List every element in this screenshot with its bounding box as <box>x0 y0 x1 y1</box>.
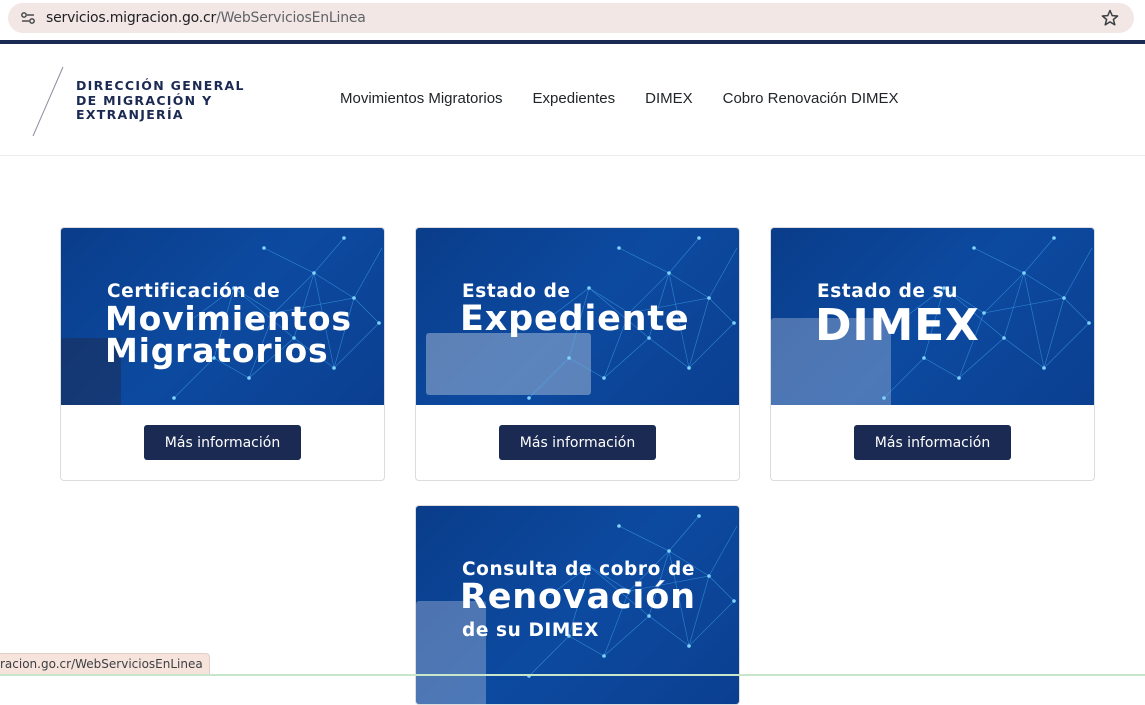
nav-expedientes[interactable]: Expedientes <box>533 90 616 107</box>
logo-line: EXTRANJERÍA <box>76 107 184 122</box>
mas-informacion-button[interactable]: Más información <box>498 425 657 460</box>
nav-movimientos-migratorios[interactable]: Movimientos Migratorios <box>340 90 503 107</box>
site-settings-icon[interactable] <box>20 10 36 26</box>
logo-slash-icon <box>32 66 64 137</box>
card-title-small: Estado de su <box>817 281 958 302</box>
service-card-dimex: Estado de su DIMEX Más información <box>770 227 1095 481</box>
url-text[interactable]: servicios.migracion.go.cr/WebServiciosEn… <box>46 10 366 26</box>
card-body: Más información <box>61 405 384 480</box>
main-nav: Movimientos Migratorios Expedientes DIME… <box>340 90 899 107</box>
card-banner[interactable]: Estado de su DIMEX <box>771 228 1094 405</box>
address-bar[interactable]: servicios.migracion.go.cr/WebServiciosEn… <box>8 3 1134 33</box>
service-card-expediente: Estado de Expediente Más información <box>415 227 740 481</box>
card-title-big: Expediente <box>460 299 690 339</box>
card-title-big: Renovación <box>460 577 696 617</box>
card-title-small: de su DIMEX <box>462 620 600 641</box>
mas-informacion-button[interactable]: Más información <box>853 425 1012 460</box>
nav-dimex[interactable]: DIMEX <box>645 90 693 107</box>
service-card-movimientos: Certificación de Movimientos Migratorios… <box>60 227 385 481</box>
card-title-big: Migratorios <box>105 331 329 370</box>
dgme-logo[interactable]: DIRECCIÓN GENERAL DE MIGRACIÓN Y EXTRANJ… <box>30 66 260 138</box>
card-title-big: DIMEX <box>815 300 980 351</box>
card-body: Más información <box>416 405 739 480</box>
bookmark-star-icon[interactable] <box>1100 8 1120 28</box>
card-banner[interactable]: Estado de Expediente <box>416 228 739 405</box>
card-body: Más información <box>771 405 1094 480</box>
card-banner[interactable]: Certificación de Movimientos Migratorios <box>61 228 384 405</box>
logo-line: DE MIGRACIÓN Y <box>76 92 213 108</box>
site-header: DIRECCIÓN GENERAL DE MIGRACIÓN Y EXTRANJ… <box>0 44 1145 156</box>
status-url-tooltip: racion.go.cr/WebServiciosEnLinea <box>0 653 210 675</box>
mas-informacion-button[interactable]: Más información <box>143 425 302 460</box>
logo-text: DIRECCIÓN GENERAL DE MIGRACIÓN Y EXTRANJ… <box>76 78 245 123</box>
logo-line: DIRECCIÓN GENERAL <box>76 78 245 93</box>
browser-toolbar: servicios.migracion.go.cr/WebServiciosEn… <box>0 0 1145 40</box>
nav-cobro-renovacion-dimex[interactable]: Cobro Renovación DIMEX <box>723 90 899 107</box>
